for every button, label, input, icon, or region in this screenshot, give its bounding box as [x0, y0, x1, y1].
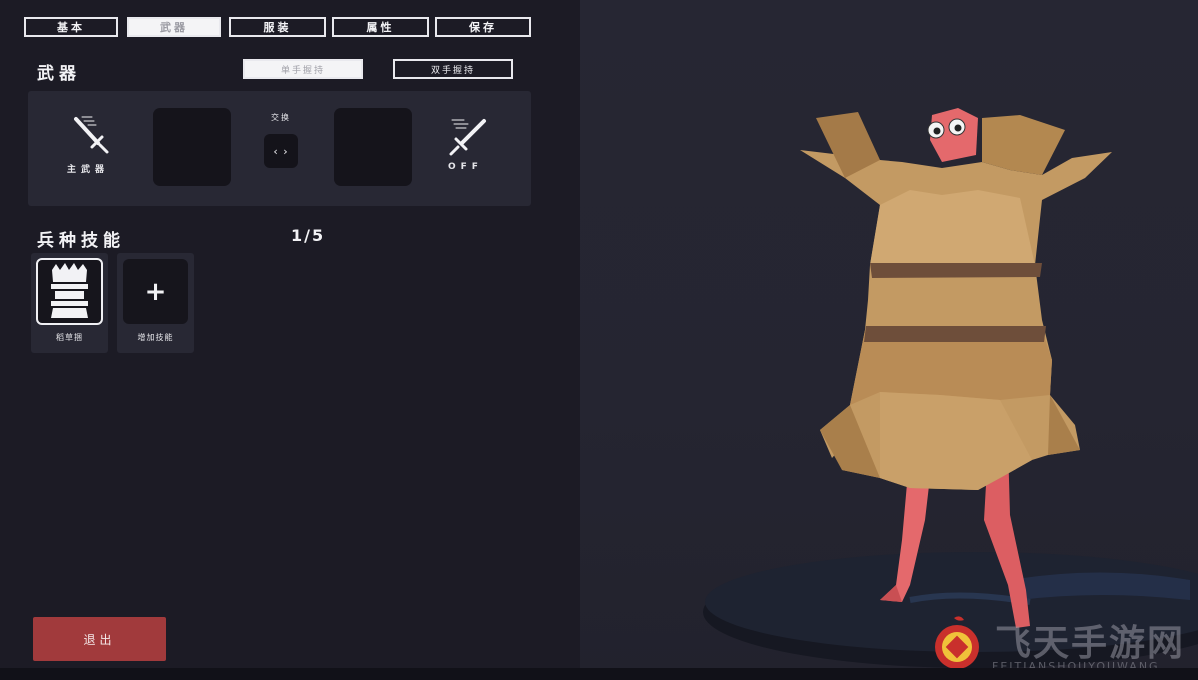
tab-attributes[interactable]: 属性 [332, 17, 429, 37]
straw-band-upper [870, 263, 1042, 278]
add-skill-slot[interactable]: + [123, 259, 188, 324]
skill-card-straw[interactable]: 稻草捆 [31, 253, 108, 353]
two-hand-grip-button[interactable]: 双手握持 [393, 59, 513, 79]
character-scene [703, 108, 1198, 668]
exit-button[interactable]: 退出 [33, 617, 166, 661]
bottom-strip [0, 668, 1198, 680]
add-skill-label: 增加技能 [137, 333, 174, 342]
swap-weapons-button[interactable]: ‹ › [264, 134, 298, 168]
character-preview[interactable] [580, 0, 1198, 680]
plus-icon: + [144, 276, 167, 307]
tab-outfit[interactable]: 服装 [229, 17, 326, 37]
watermark-text: 飞天手游网 [995, 622, 1186, 664]
straw-armor-icon [36, 258, 103, 325]
tab-basic[interactable]: 基本 [24, 17, 118, 37]
swap-label: 交换 [271, 113, 291, 122]
tab-weapons[interactable]: 武器 [127, 17, 221, 37]
editor-panel: 基本 武器 服装 属性 保存 武器 单手握持 双手握持 主武器 交换 ‹ › O… [0, 0, 580, 680]
tab-save[interactable]: 保存 [435, 17, 531, 37]
main-weapon-slot[interactable] [153, 108, 231, 186]
add-skill-card[interactable]: + 增加技能 [117, 253, 194, 353]
off-hand-sword-icon[interactable] [446, 115, 490, 163]
skill-count: 1/5 [291, 226, 326, 245]
off-hand-label: OFF [448, 162, 483, 172]
main-weapon-sword-icon[interactable] [68, 113, 112, 161]
weapons-title: 武器 [37, 64, 81, 84]
main-weapon-label: 主武器 [67, 165, 110, 175]
off-hand-weapon-slot[interactable] [334, 108, 412, 186]
skill-label: 稻草捆 [56, 333, 83, 342]
skills-title: 兵种技能 [37, 231, 125, 251]
watermark-logo-icon [935, 616, 979, 669]
one-hand-grip-button[interactable]: 单手握持 [243, 59, 363, 79]
weapon-card: 主武器 交换 ‹ › OFF [28, 91, 531, 206]
straw-band-lower [864, 326, 1046, 342]
